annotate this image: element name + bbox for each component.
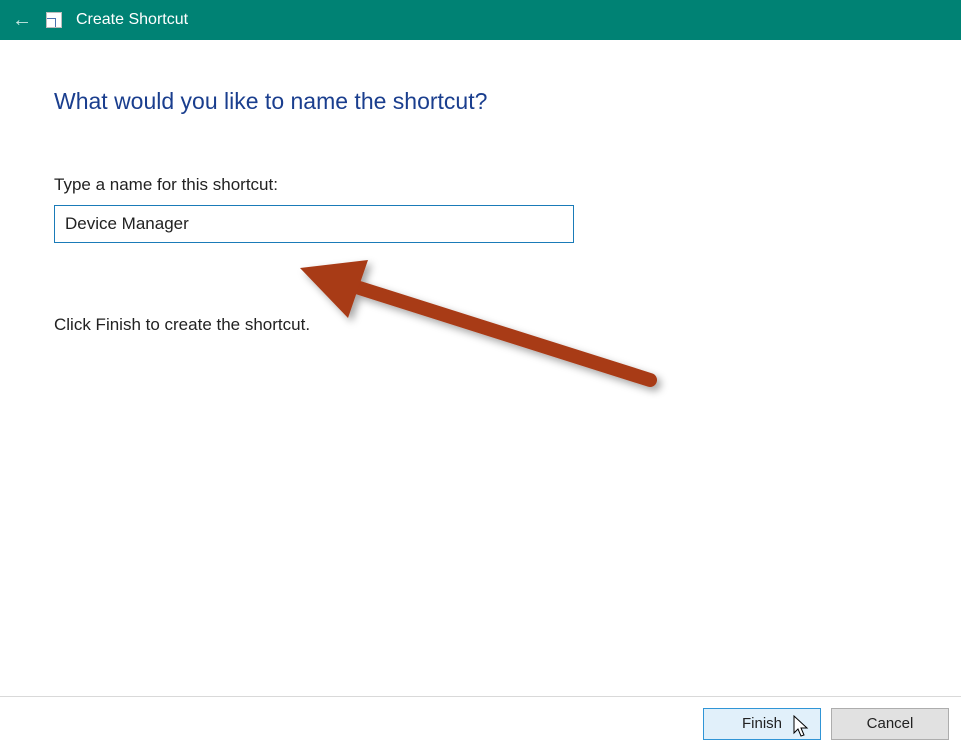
wizard-content: What would you like to name the shortcut…: [0, 40, 961, 335]
window-title: Create Shortcut: [76, 11, 188, 29]
finish-button[interactable]: Finish: [703, 708, 821, 740]
page-heading: What would you like to name the shortcut…: [54, 88, 907, 115]
titlebar: ← Create Shortcut: [0, 0, 961, 40]
shortcut-file-icon: [46, 12, 62, 28]
wizard-footer: Finish Cancel: [0, 696, 961, 750]
cancel-button[interactable]: Cancel: [831, 708, 949, 740]
shortcut-name-label: Type a name for this shortcut:: [54, 175, 907, 195]
shortcut-name-input[interactable]: [54, 205, 574, 243]
instruction-text: Click Finish to create the shortcut.: [54, 315, 907, 335]
back-arrow-icon[interactable]: ←: [12, 10, 32, 30]
